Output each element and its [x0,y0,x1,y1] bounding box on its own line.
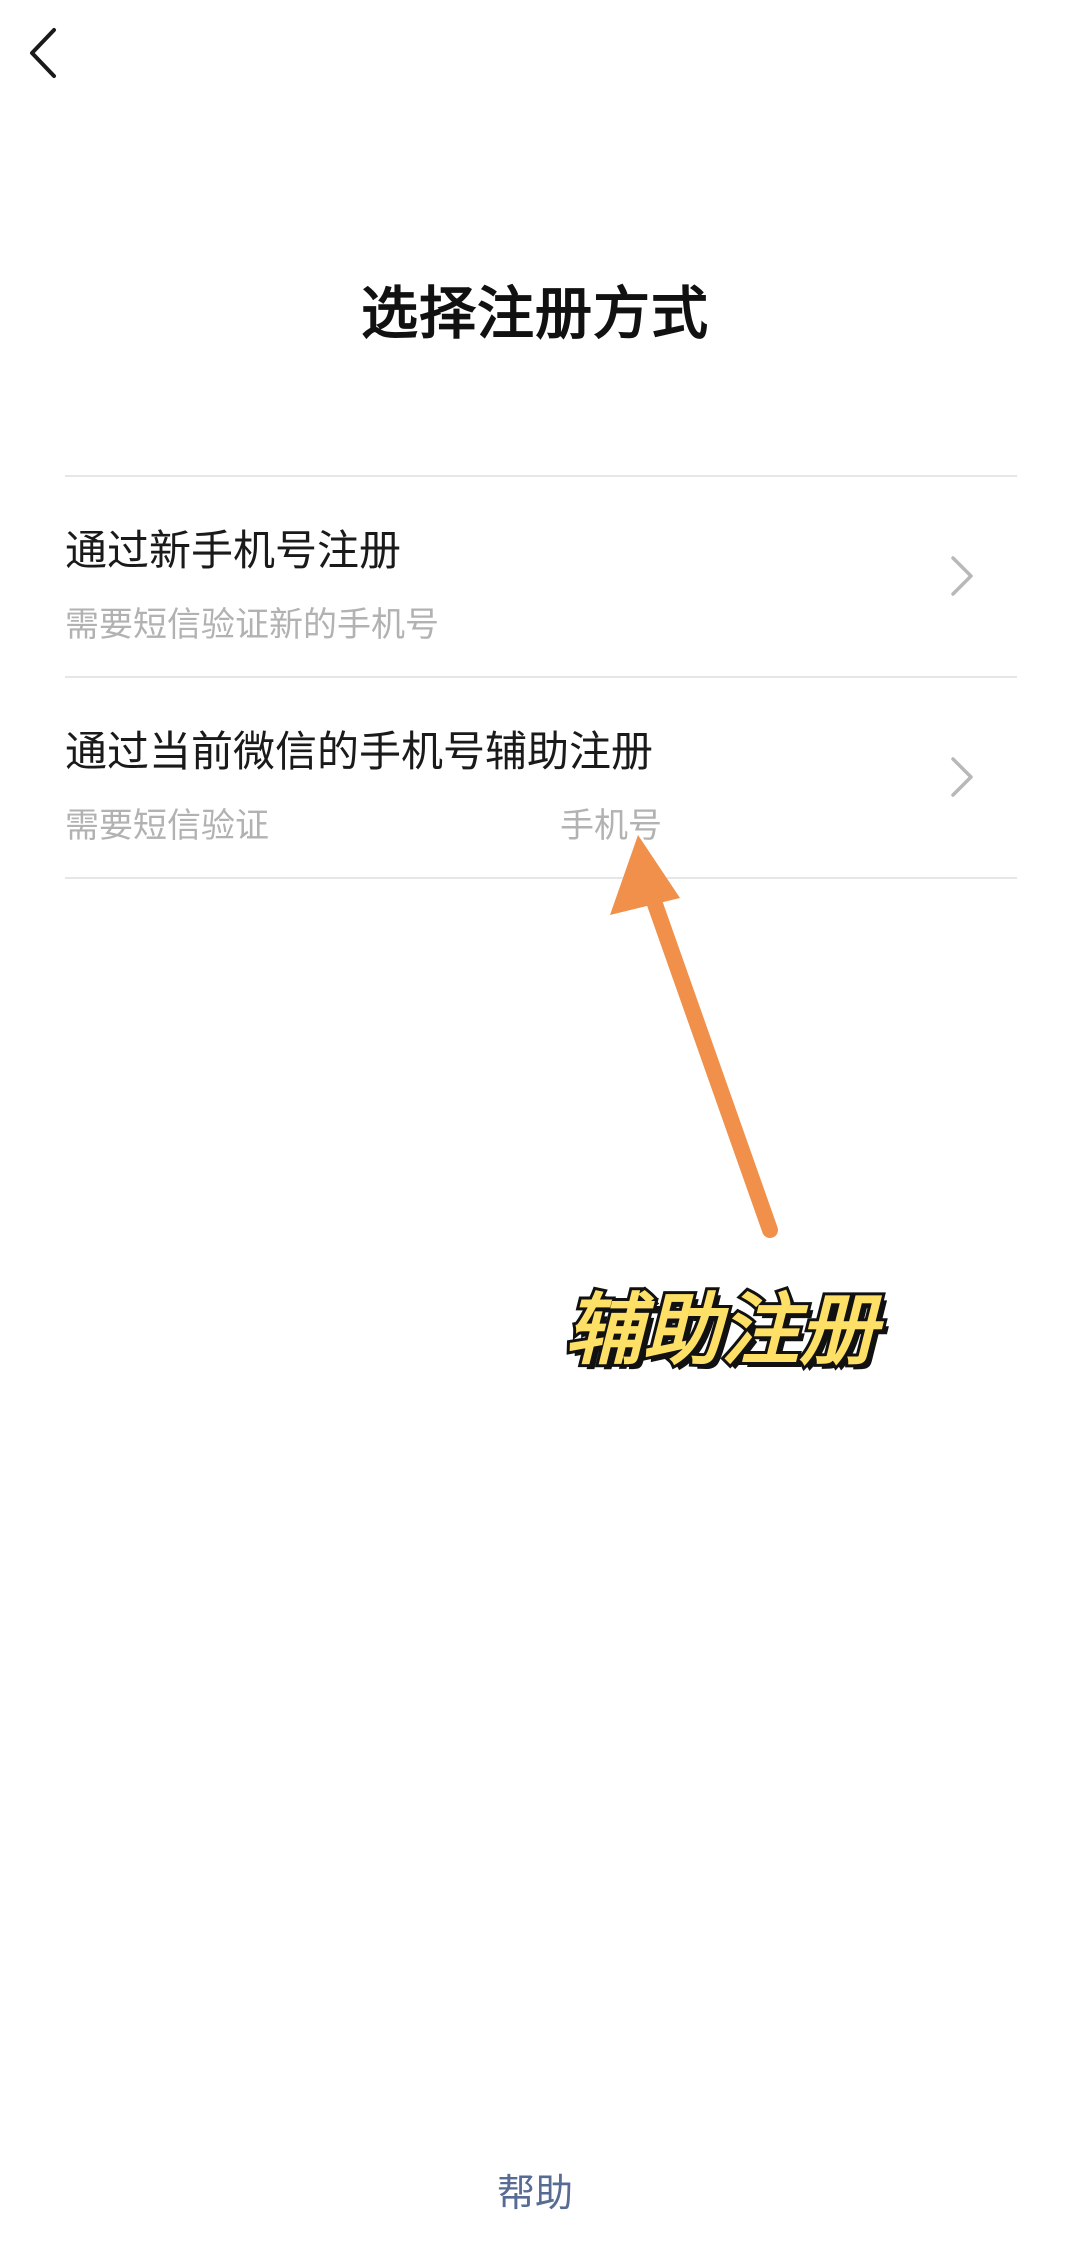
option-assisted-register[interactable]: 通过当前微信的手机号辅助注册 需要短信验证 手机号 [65,678,1017,879]
redacted-phone [290,788,560,848]
annotation-arrow-icon [610,835,778,1238]
annotation-label: 辅助注册 [562,1283,880,1379]
option-title: 通过新手机号注册 [65,526,402,575]
registration-options: 通过新手机号注册 需要短信验证新的手机号 通过当前微信的手机号辅助注册 需要短信… [65,475,1017,879]
option-new-phone[interactable]: 通过新手机号注册 需要短信验证新的手机号 [65,477,1017,678]
back-button[interactable] [28,18,88,88]
page-title: 选择注册方式 [361,281,709,347]
chevron-right-icon [951,757,973,797]
help-link[interactable]: 帮助 [0,2162,1070,2217]
option-subtitle: 需要短信验证新的手机号 [65,605,439,645]
option-subtitle: 需要短信验证 [65,806,269,846]
chevron-right-icon [951,556,973,596]
chevron-left-icon [30,28,56,78]
option-title: 通过当前微信的手机号辅助注册 [65,727,654,776]
